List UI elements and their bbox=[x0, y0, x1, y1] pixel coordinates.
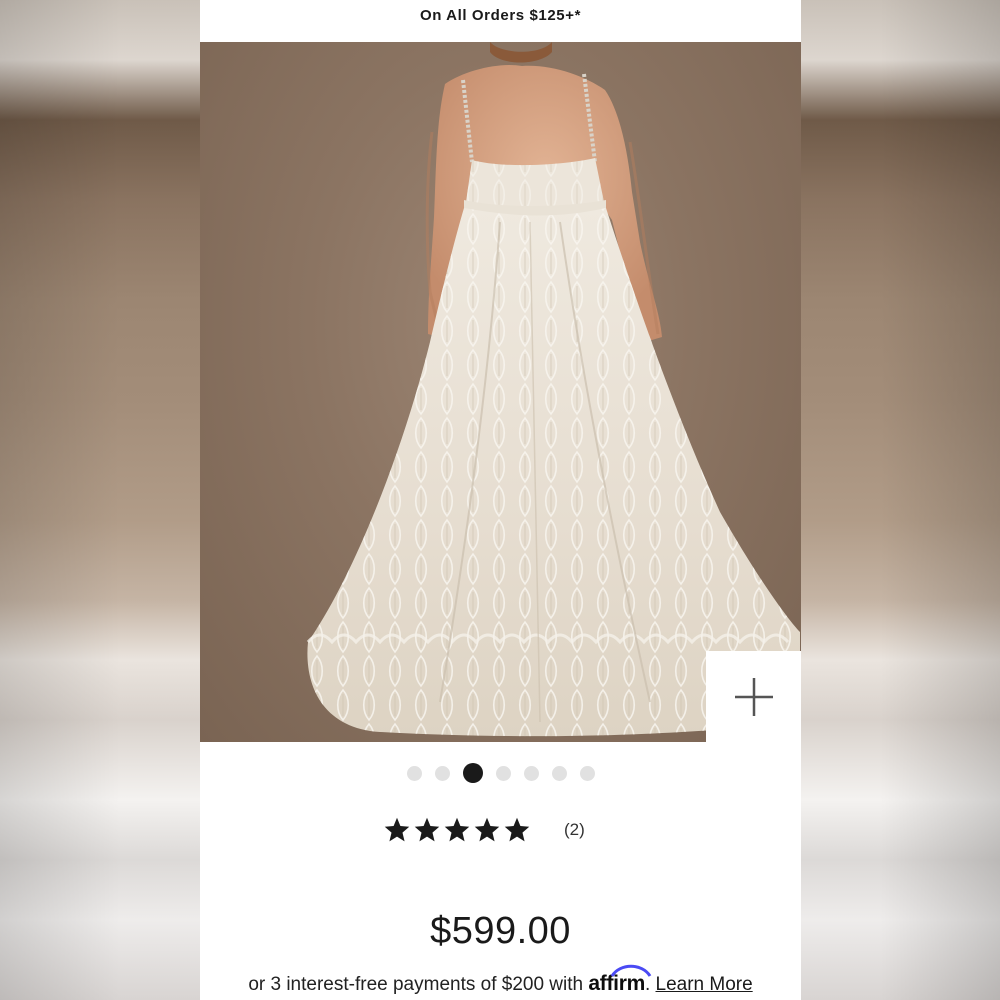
carousel-dot[interactable] bbox=[523, 765, 539, 781]
review-count[interactable]: (2) bbox=[564, 820, 585, 840]
carousel-dot[interactable] bbox=[406, 765, 422, 781]
affirm-arc-icon bbox=[611, 964, 652, 977]
carousel-dot[interactable] bbox=[551, 765, 567, 781]
carousel-dot[interactable] bbox=[434, 765, 450, 781]
star-rating bbox=[383, 816, 531, 844]
product-image[interactable] bbox=[200, 42, 801, 742]
star-icon bbox=[474, 817, 500, 842]
star-icon bbox=[384, 817, 410, 842]
learn-more-link[interactable]: Learn More bbox=[656, 974, 753, 995]
star-icon bbox=[414, 817, 440, 842]
blurred-background-left bbox=[0, 0, 200, 1000]
carousel-dot[interactable] bbox=[579, 765, 595, 781]
plus-icon bbox=[734, 677, 773, 716]
financing-text: or 3 interest-free payments of $200 with bbox=[248, 974, 584, 995]
financing-message: or 3 interest-free payments of $200 with… bbox=[200, 964, 801, 996]
carousel-dot[interactable] bbox=[495, 765, 511, 781]
product-page: On All Orders $125+* (2) $599.00 or 3 in… bbox=[200, 0, 801, 1000]
zoom-button[interactable] bbox=[706, 651, 801, 742]
blurred-background-right bbox=[800, 0, 1000, 1000]
affirm-logo: affirm bbox=[588, 964, 652, 995]
promo-banner[interactable]: On All Orders $125+* bbox=[200, 0, 801, 42]
carousel-dots bbox=[200, 762, 801, 784]
wedding-gown-illustration bbox=[306, 42, 800, 737]
star-icon bbox=[444, 817, 470, 842]
promo-text: On All Orders $125+* bbox=[419, 7, 582, 24]
carousel-dot-active[interactable] bbox=[462, 763, 483, 783]
star-icon bbox=[504, 817, 530, 842]
financing-period: . bbox=[644, 974, 651, 995]
rating-summary[interactable]: (2) bbox=[383, 810, 585, 850]
product-price: $599.00 bbox=[430, 910, 571, 952]
